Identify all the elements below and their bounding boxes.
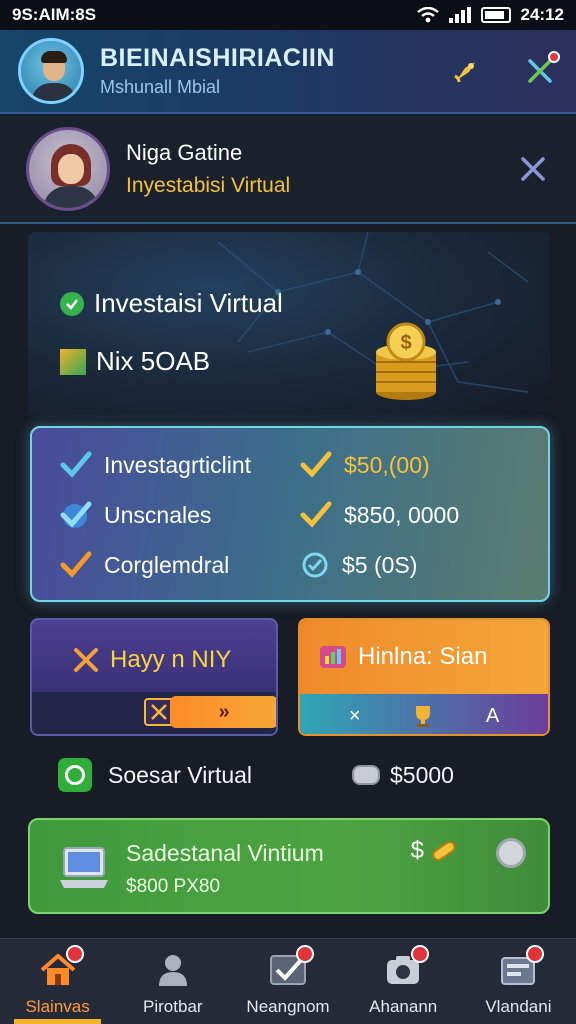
nav-item-stats[interactable]: Neangnom bbox=[230, 939, 345, 1024]
stat-row: Corglemdral $5 (0S) bbox=[60, 550, 417, 580]
rocket-icon[interactable] bbox=[448, 53, 484, 89]
person-icon bbox=[153, 951, 193, 989]
nav-label: Ahanann bbox=[369, 997, 438, 1016]
profile-subtitle: Inyestabisi Virtual bbox=[126, 174, 291, 197]
action-button-right-label: Hinlna: Sian bbox=[358, 643, 488, 670]
stats-panel: Investagrticlint $50,(00) Unscnales $850… bbox=[30, 426, 550, 602]
signal-icon bbox=[448, 7, 471, 23]
circuit-background bbox=[217, 232, 529, 393]
stat-value: $50,(00) bbox=[344, 451, 430, 478]
profile-name: Niga Gatine bbox=[126, 140, 243, 165]
action-button-left-label: Hayy n NIY bbox=[110, 646, 232, 673]
page-title: BIEINAISHIRIACIIN bbox=[100, 44, 335, 72]
forward-button[interactable]: » bbox=[170, 696, 276, 728]
close-icon bbox=[74, 648, 98, 672]
card-subtitle: $800 PX80 bbox=[126, 876, 221, 897]
notification-badge bbox=[548, 51, 560, 63]
trophy-icon[interactable] bbox=[410, 703, 436, 729]
check-icon bbox=[60, 291, 84, 316]
chart-check-icon bbox=[268, 945, 314, 989]
bottom-nav: Slainvas Pirotbar Neangnom Ahanann Vland… bbox=[0, 938, 576, 1024]
nav-label: Neangnom bbox=[246, 997, 330, 1016]
stat-value: $850, 0000 bbox=[344, 501, 460, 528]
check-icon bbox=[60, 551, 92, 578]
stat-label: Unscnales bbox=[104, 501, 212, 528]
action-button-right[interactable]: Hinlna: Sian × A bbox=[298, 618, 550, 736]
stat-label: Corglemdral bbox=[104, 551, 230, 578]
hero-line-2: Nix 5OAB bbox=[60, 346, 210, 377]
nav-label: Pirotbar bbox=[143, 997, 203, 1016]
action-button-left[interactable]: Hayy n NIY » bbox=[30, 618, 278, 736]
close-icon[interactable]: × bbox=[349, 705, 361, 728]
laptop-icon bbox=[60, 847, 108, 888]
virtual-account-card[interactable]: Sadestanal Vintium $800 PX80 $ bbox=[28, 818, 550, 914]
close-icon[interactable] bbox=[522, 51, 560, 89]
card-dollar: $ bbox=[411, 836, 458, 866]
status-bar: 9S:AIM:8S 24:12 bbox=[0, 0, 576, 30]
stat-value: $5 (0S) bbox=[342, 551, 418, 578]
hero-line-1-text: Investaisi Virtual bbox=[94, 288, 283, 318]
wallet-icon bbox=[498, 945, 545, 989]
notification-badge bbox=[65, 945, 84, 963]
wifi-icon bbox=[416, 7, 439, 23]
nav-label: Slainvas bbox=[25, 997, 90, 1016]
disc-icon bbox=[496, 838, 526, 868]
card-title: Sadestanal Vintium bbox=[126, 840, 324, 866]
coin-stack-icon bbox=[432, 840, 456, 862]
nav-item-profile[interactable]: Pirotbar bbox=[115, 939, 230, 1024]
action-button-right-footer: × A bbox=[300, 694, 548, 734]
info-row: Soesar Virtual $5000 bbox=[58, 752, 538, 798]
nav-item-camera[interactable]: Ahanann bbox=[346, 939, 461, 1024]
coin-icon bbox=[352, 765, 380, 785]
battery-icon bbox=[480, 7, 511, 23]
check-icon bbox=[300, 451, 332, 478]
nav-label: Vlandani bbox=[485, 997, 552, 1016]
info-label: Soesar Virtual bbox=[108, 761, 253, 788]
check-circle-icon bbox=[302, 552, 328, 578]
check-shield-icon bbox=[60, 501, 92, 528]
profile-avatar bbox=[26, 127, 110, 211]
stat-label: Investagrticlint bbox=[104, 451, 252, 478]
status-right: 24:12 bbox=[416, 5, 564, 25]
notification-badge bbox=[526, 945, 545, 963]
notification-badge bbox=[296, 945, 314, 963]
status-left-text: 9S:AIM:8S bbox=[12, 5, 97, 24]
page-subtitle: Mshunall Mbial bbox=[100, 77, 221, 97]
profile-card[interactable]: Niga Gatine Inyestabisi Virtual bbox=[0, 116, 576, 224]
info-value: $5000 bbox=[390, 761, 454, 788]
stat-row: Unscnales $850, 0000 bbox=[60, 500, 459, 530]
toggle-icon[interactable] bbox=[58, 758, 92, 792]
profile-text: Niga Gatine Inyestabisi Virtual bbox=[126, 140, 516, 198]
close-icon[interactable] bbox=[516, 152, 550, 186]
check-icon bbox=[300, 501, 332, 528]
stat-row: Investagrticlint $50,(00) bbox=[60, 450, 430, 480]
status-time: 24:12 bbox=[520, 5, 564, 24]
action-button-right-top: Hinlna: Sian bbox=[300, 620, 548, 694]
coins-icon: $ bbox=[376, 322, 436, 400]
camera-icon bbox=[383, 945, 430, 989]
header-text: BIEINAISHIRIACIIN Mshunall Mbial bbox=[100, 44, 410, 98]
svg-text:$: $ bbox=[400, 332, 411, 354]
square-icon bbox=[60, 348, 86, 375]
hero-line-1: Investaisi Virtual bbox=[60, 288, 283, 319]
avatar[interactable] bbox=[18, 38, 84, 104]
app-header: BIEINAISHIRIACIIN Mshunall Mbial bbox=[0, 30, 576, 114]
dollar-sign: $ bbox=[410, 837, 424, 864]
check-icon bbox=[60, 451, 92, 478]
hero-line-2-text: Nix 5OAB bbox=[96, 346, 211, 376]
chart-icon bbox=[320, 646, 346, 668]
nav-item-home[interactable]: Slainvas bbox=[0, 939, 115, 1024]
notification-badge bbox=[411, 945, 430, 963]
hero-panel: Investaisi Virtual Nix 5OAB $ bbox=[28, 232, 550, 418]
home-icon bbox=[38, 945, 84, 989]
letter-a-label[interactable]: A bbox=[486, 705, 499, 728]
nav-item-wallet[interactable]: Vlandani bbox=[461, 939, 576, 1024]
action-button-left-label-row: Hayy n NIY bbox=[72, 646, 231, 674]
